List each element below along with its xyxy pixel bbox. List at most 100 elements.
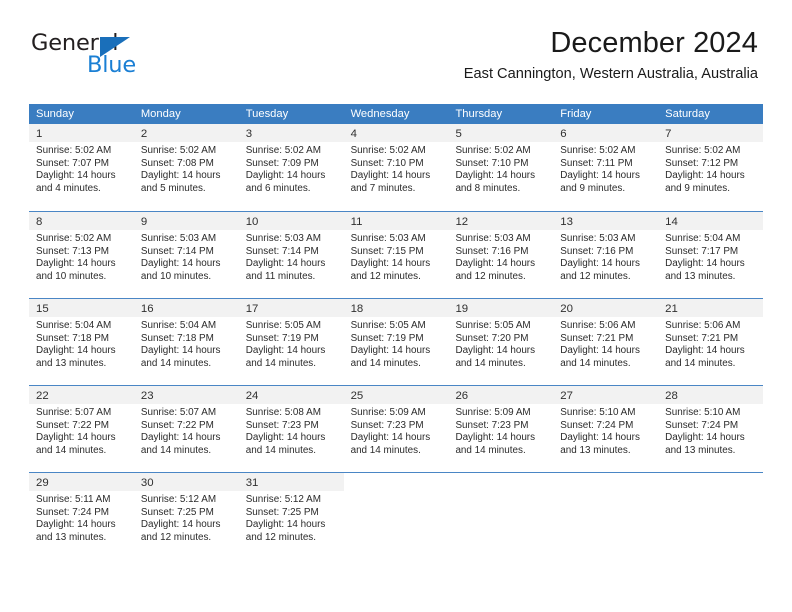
- daylight-text-line2: and 12 minutes.: [455, 270, 526, 282]
- sunset-text: Sunset: 7:23 PM: [455, 419, 529, 431]
- day-number-band: 31: [238, 473, 344, 491]
- day-details: Sunrise: 5:02 AM Sunset: 7:09 PM Daylight:…: [239, 142, 344, 195]
- day-details: [553, 491, 658, 494]
- day-details: Sunrise: 5:02 AM Sunset: 7:10 PM Daylight:…: [448, 142, 553, 195]
- sunrise-text: Sunrise: 5:08 AM: [245, 407, 321, 418]
- day-cell[interactable]: 7 Sunrise: 5:02 AM Sunset: 7:12 PM Daylight…: [658, 124, 764, 211]
- day-details: Sunrise: 5:04 AM Sunset: 7:18 PM Daylight:…: [134, 317, 239, 370]
- daylight-text-line1: Daylight: 14 hours: [245, 519, 326, 531]
- day-details: Sunrise: 5:02 AM Sunset: 7:12 PM Daylight:…: [658, 142, 763, 195]
- day-number-band: 13: [553, 212, 659, 230]
- day-cell[interactable]: 20 Sunrise: 5:06 AM Sunset: 7:21 PM Dayligh…: [553, 299, 659, 385]
- day-cell[interactable]: 28 Sunrise: 5:10 AM Sunset: 7:24 PM Dayligh…: [658, 386, 764, 472]
- brand-logo[interactable]: General Blue: [31, 32, 251, 82]
- sunset-text: Sunset: 7:24 PM: [665, 419, 739, 431]
- day-cell[interactable]: 13 Sunrise: 5:03 AM Sunset: 7:16 PM Dayligh…: [553, 212, 659, 298]
- daylight-text-line1: Daylight: 14 hours: [140, 170, 221, 182]
- day-details: Sunrise: 5:09 AM Sunset: 7:23 PM Daylight:…: [344, 404, 449, 457]
- day-details: Sunrise: 5:12 AM Sunset: 7:25 PM Daylight:…: [239, 491, 344, 544]
- day-cell[interactable]: 16 Sunrise: 5:04 AM Sunset: 7:18 PM Dayligh…: [133, 299, 239, 385]
- day-number: 23: [140, 390, 154, 402]
- day-cell[interactable]: 12 Sunrise: 5:03 AM Sunset: 7:16 PM Dayligh…: [448, 212, 554, 298]
- sunset-text: Sunset: 7:13 PM: [36, 245, 110, 257]
- title-block: December 2024 East Cannington, Western A…: [464, 27, 758, 82]
- day-cell[interactable]: 17 Sunrise: 5:05 AM Sunset: 7:19 PM Dayligh…: [238, 299, 344, 385]
- day-number-band: 3: [238, 124, 344, 142]
- sunrise-text: Sunrise: 5:09 AM: [350, 407, 426, 418]
- day-number-band: 25: [343, 386, 449, 404]
- day-details: Sunrise: 5:05 AM Sunset: 7:19 PM Daylight:…: [344, 317, 449, 370]
- daylight-text-line1: Daylight: 14 hours: [350, 258, 431, 270]
- day-cell[interactable]: 26 Sunrise: 5:09 AM Sunset: 7:23 PM Dayligh…: [448, 386, 554, 472]
- day-number-band: 20: [553, 299, 659, 317]
- day-number-band: 30: [133, 473, 239, 491]
- day-details: [658, 491, 763, 494]
- day-cell[interactable]: 29 Sunrise: 5:11 AM Sunset: 7:24 PM Dayligh…: [29, 473, 134, 559]
- day-cell[interactable]: 4 Sunrise: 5:02 AM Sunset: 7:10 PM Daylight…: [343, 124, 449, 211]
- day-cell[interactable]: 22 Sunrise: 5:07 AM Sunset: 7:22 PM Dayligh…: [29, 386, 134, 472]
- sunset-text: Sunset: 7:23 PM: [350, 419, 424, 431]
- sunset-text: Sunset: 7:18 PM: [140, 332, 214, 344]
- sunrise-text: Sunrise: 5:02 AM: [245, 145, 321, 156]
- day-cell[interactable]: 15 Sunrise: 5:04 AM Sunset: 7:18 PM Dayligh…: [29, 299, 134, 385]
- day-cell[interactable]: 10 Sunrise: 5:03 AM Sunset: 7:14 PM Dayligh…: [238, 212, 344, 298]
- daylight-text-line1: Daylight: 14 hours: [140, 519, 221, 531]
- sunset-text: Sunset: 7:18 PM: [36, 332, 110, 344]
- day-cell[interactable]: 6 Sunrise: 5:02 AM Sunset: 7:11 PM Daylight…: [553, 124, 659, 211]
- calendar-page: General Blue December 2024 East Canningt…: [0, 0, 792, 612]
- day-number-band: 27: [553, 386, 659, 404]
- day-number: 24: [245, 390, 259, 402]
- day-cell[interactable]: 27 Sunrise: 5:10 AM Sunset: 7:24 PM Dayligh…: [553, 386, 659, 472]
- day-details: Sunrise: 5:06 AM Sunset: 7:21 PM Daylight:…: [553, 317, 658, 370]
- day-number-band: 28: [658, 386, 764, 404]
- daylight-text-line1: Daylight: 14 hours: [455, 432, 536, 444]
- day-number: 30: [140, 477, 154, 489]
- day-cell[interactable]: 23 Sunrise: 5:07 AM Sunset: 7:22 PM Dayligh…: [133, 386, 239, 472]
- daylight-text-line2: and 13 minutes.: [665, 270, 736, 282]
- day-number: 11: [350, 216, 363, 228]
- sunrise-text: Sunrise: 5:10 AM: [665, 407, 741, 418]
- day-of-week-header-wednesday: Wednesday: [350, 108, 410, 120]
- day-cell[interactable]: 24 Sunrise: 5:08 AM Sunset: 7:23 PM Dayligh…: [238, 386, 344, 472]
- daylight-text-line1: Daylight: 14 hours: [455, 170, 536, 182]
- daylight-text-line2: and 13 minutes.: [665, 444, 736, 456]
- day-cell[interactable]: 30 Sunrise: 5:12 AM Sunset: 7:25 PM Dayligh…: [133, 473, 239, 559]
- day-cell[interactable]: 18 Sunrise: 5:05 AM Sunset: 7:19 PM Dayligh…: [343, 299, 449, 385]
- daylight-text-line2: and 12 minutes.: [140, 531, 212, 543]
- daylight-text-line2: and 14 minutes.: [455, 444, 526, 456]
- day-cell[interactable]: 2 Sunrise: 5:02 AM Sunset: 7:08 PM Daylight…: [133, 124, 239, 211]
- day-number-band: 4: [343, 124, 449, 142]
- day-cell[interactable]: 1 Sunrise: 5:02 AM Sunset: 7:07 PM Daylight…: [29, 124, 134, 211]
- sunset-text: Sunset: 7:22 PM: [140, 419, 214, 431]
- sunrise-text: Sunrise: 5:02 AM: [36, 233, 112, 244]
- sunrise-text: Sunrise: 5:07 AM: [140, 407, 217, 418]
- day-cell[interactable]: 14 Sunrise: 5:04 AM Sunset: 7:17 PM Dayligh…: [658, 212, 764, 298]
- day-number: 6: [560, 128, 567, 140]
- day-cell[interactable]: 8 Sunrise: 5:02 AM Sunset: 7:13 PM Daylight…: [29, 212, 134, 298]
- day-number: 15: [36, 303, 49, 315]
- day-cell[interactable]: 31 Sunrise: 5:12 AM Sunset: 7:25 PM Dayligh…: [238, 473, 344, 559]
- day-cell[interactable]: 9 Sunrise: 5:03 AM Sunset: 7:14 PM Daylight…: [133, 212, 239, 298]
- daylight-text-line1: Daylight: 14 hours: [36, 519, 116, 531]
- sunset-text: Sunset: 7:14 PM: [245, 245, 319, 257]
- daylight-text-line2: and 10 minutes.: [140, 270, 212, 282]
- day-cell[interactable]: 11 Sunrise: 5:03 AM Sunset: 7:15 PM Dayligh…: [343, 212, 449, 298]
- day-cell[interactable]: 25 Sunrise: 5:09 AM Sunset: 7:23 PM Dayligh…: [343, 386, 449, 472]
- day-of-week-header-thursday: Thursday: [455, 108, 503, 120]
- day-cell[interactable]: 5 Sunrise: 5:02 AM Sunset: 7:10 PM Daylight…: [448, 124, 554, 211]
- day-details: Sunrise: 5:04 AM Sunset: 7:17 PM Daylight:…: [658, 230, 763, 283]
- daylight-text-line2: and 14 minutes.: [140, 357, 212, 369]
- day-number-band: [658, 473, 764, 491]
- day-number: 3: [245, 128, 253, 140]
- day-cell[interactable]: 3 Sunrise: 5:02 AM Sunset: 7:09 PM Daylight…: [238, 124, 344, 211]
- day-details: Sunrise: 5:03 AM Sunset: 7:16 PM Daylight:…: [448, 230, 553, 283]
- day-number-band: 14: [658, 212, 764, 230]
- day-cell[interactable]: 21 Sunrise: 5:06 AM Sunset: 7:21 PM Dayligh…: [658, 299, 764, 385]
- daylight-text-line2: and 13 minutes.: [36, 357, 107, 369]
- day-number-band: 6: [553, 124, 659, 142]
- daylight-text-line2: and 10 minutes.: [36, 270, 107, 282]
- day-cell[interactable]: 19 Sunrise: 5:05 AM Sunset: 7:20 PM Dayligh…: [448, 299, 554, 385]
- daylight-text-line2: and 14 minutes.: [455, 357, 526, 369]
- day-cell-empty: [343, 473, 449, 559]
- day-details: Sunrise: 5:02 AM Sunset: 7:10 PM Daylight:…: [344, 142, 449, 195]
